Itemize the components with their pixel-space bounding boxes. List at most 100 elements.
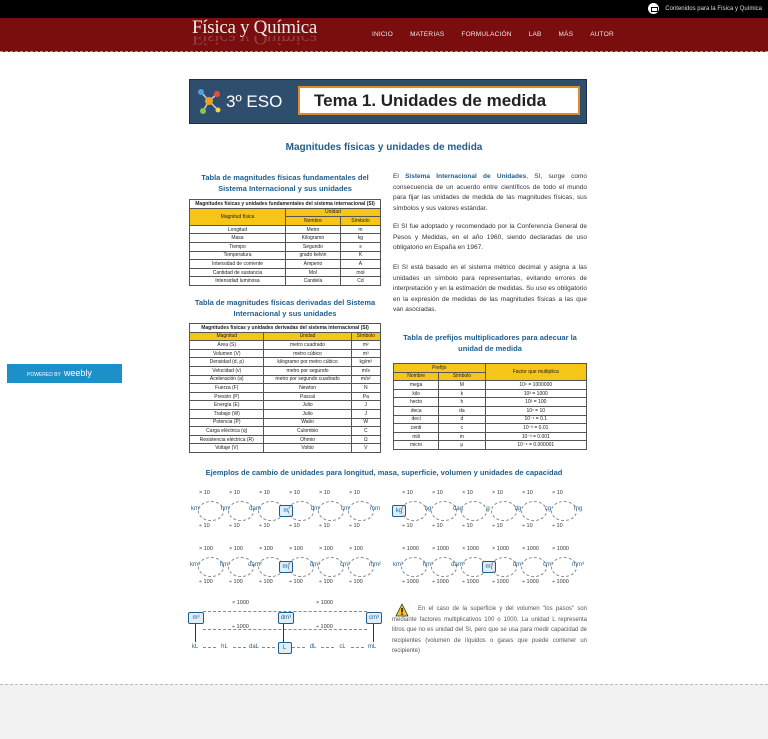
area-multiply: × 100 xyxy=(199,546,213,552)
length-unit: mm xyxy=(370,506,380,512)
table-cell: da xyxy=(438,405,486,416)
area-multiply: × 100 xyxy=(319,546,333,552)
top-bar: Contenidos para la Física y Química xyxy=(0,0,768,18)
table-cell: m xyxy=(339,224,382,235)
examples-heading: Ejemplos de cambio de unidades para long… xyxy=(205,468,563,477)
table-cell: hecto xyxy=(392,397,440,407)
table-row: centi c 10⁻² = 0.01 xyxy=(392,423,588,433)
capacity-multiply: × 1000 xyxy=(232,600,249,606)
table-cell: Velocidad (v) xyxy=(188,365,265,376)
capacity-unit: mL xyxy=(367,644,377,650)
table-row: Masa Kilogramo kg xyxy=(189,233,382,243)
table-cell: Watio xyxy=(263,417,352,428)
table-cell: N xyxy=(350,383,382,393)
fundamental-table: Magnitudes físicas y unidades fundamenta… xyxy=(189,199,382,286)
table-cell: Ω xyxy=(350,434,382,445)
nav-lab[interactable]: LAB xyxy=(529,31,542,38)
table-cell: deca xyxy=(392,405,440,416)
area-divide: ÷ 100 xyxy=(349,579,363,585)
table-cell: Temperatura xyxy=(189,250,286,261)
nav-autor[interactable]: AUTOR xyxy=(590,31,614,38)
table-cell: mega xyxy=(392,380,440,390)
table-cell: Kilogramo xyxy=(284,233,341,243)
volume-divide: ÷ 1000 xyxy=(492,579,509,585)
length-multiply: × 10 xyxy=(289,490,300,496)
table-cell: Volumen (V) xyxy=(188,348,265,359)
nav-inicio[interactable]: INICIO xyxy=(372,31,393,38)
table-cell: Newton xyxy=(263,383,352,393)
contact-label: Contenidos para la Física y Química xyxy=(665,5,762,12)
table-cell: micro xyxy=(392,440,440,450)
table-cell: Energía (E) xyxy=(188,400,265,410)
grade-label: 3º ESO xyxy=(226,92,283,111)
table-cell: Voltio xyxy=(263,443,352,453)
table-row: Área (S) metro cuadrado m² xyxy=(188,340,382,350)
table-cell: J xyxy=(350,400,382,410)
intro-paragraph-2: El SI fue adoptado y recomendado por la … xyxy=(393,223,587,251)
table-row: hecto h 10² = 100 xyxy=(392,397,588,407)
mail-icon xyxy=(648,3,660,14)
table-row: Intensidad de corriente Amperio A xyxy=(189,259,382,269)
table-row: kilo k 10³ = 1000 xyxy=(392,388,588,399)
length-divide: ÷ 10 xyxy=(259,523,270,529)
contact-link[interactable]: Contenidos para la Física y Química xyxy=(648,3,762,14)
table-cell: d xyxy=(438,414,486,425)
fundamental-heading: Tabla de magnitudes físicas fundamentale… xyxy=(201,173,369,193)
topic-title: Tema 1. Unidades de medida xyxy=(298,86,580,115)
table-cell: metro por segundo xyxy=(263,365,352,376)
table-cell: mol xyxy=(339,267,382,278)
capacity-vertical xyxy=(283,624,284,642)
table-cell: kilo xyxy=(392,388,440,399)
length-multiply: × 10 xyxy=(349,490,360,496)
table-row: Potencia (P) Watio W xyxy=(188,417,382,428)
table-row: deca da 10¹ = 10 xyxy=(392,405,588,416)
logo-reflection: Física y Química xyxy=(192,36,317,46)
length-divide: ÷ 10 xyxy=(319,523,330,529)
table-cell: Tiempo xyxy=(189,241,286,252)
table-cell: m/s xyxy=(350,365,382,376)
area-divide: ÷ 100 xyxy=(259,579,273,585)
table-row: Velocidad (v) metro por segundo m/s xyxy=(188,365,382,376)
table-cell: W xyxy=(350,417,382,428)
weebly-powered: POWERED BY xyxy=(27,372,61,378)
table-cell: Ohmio xyxy=(263,434,352,445)
nav-materias[interactable]: MATERIAS xyxy=(410,31,444,38)
table-cell: Potencia (P) xyxy=(188,417,265,428)
intro-p1-bold: Sistema Internacional de Unidades xyxy=(405,173,527,180)
table-cell: centi xyxy=(392,423,440,433)
topic-banner: 3º ESO Tema 1. Unidades de medida xyxy=(189,79,587,124)
intro-paragraph-3: El SI está basado en el sistema métrico … xyxy=(393,264,587,313)
table-cell: Carga eléctrica (q) xyxy=(188,426,265,436)
site-logo[interactable]: Física y Química Física y Química xyxy=(192,17,318,46)
area-divide: ÷ 100 xyxy=(319,579,333,585)
volume-divide: ÷ 1000 xyxy=(402,579,419,585)
footer xyxy=(0,684,768,739)
capacity-top-unit: dm³ xyxy=(278,612,294,624)
length-multiply: × 10 xyxy=(199,490,210,496)
table-row: Densidad (d, ρ) kilogramo por metro cúbic… xyxy=(188,357,382,367)
table-cell: m/s² xyxy=(350,374,382,385)
col-simbolo: Símbolo xyxy=(339,216,382,226)
capacity-link-bottom xyxy=(203,629,367,630)
table-cell: Intensidad luminosa xyxy=(189,276,286,286)
weebly-badge[interactable]: POWERED BY weebly xyxy=(7,364,122,383)
table-caption: Magnitudes físicas y unidades derivadas … xyxy=(189,323,381,333)
prefix-table: Prefijo Factor que multiplica Nombre Sím… xyxy=(392,362,588,450)
table-cell: 10⁶ = 1000000 xyxy=(484,380,588,390)
table-cell: Resistencia eléctrica (R) xyxy=(188,434,265,445)
main-nav: INICIO MATERIAS FORMULACIÓN LAB MÁS AUTO… xyxy=(372,31,614,38)
mass-multiply: × 10 xyxy=(522,490,533,496)
table-cell: metro cúbico xyxy=(263,348,352,359)
volume-multiply: × 1000 xyxy=(432,546,449,552)
nav-formulacion[interactable]: FORMULACIÓN xyxy=(461,31,511,38)
col-factor: Factor que multiplica xyxy=(484,362,588,382)
volume-divide: ÷ 1000 xyxy=(432,579,449,585)
capacity-vertical xyxy=(373,624,374,642)
table-cell: m xyxy=(438,431,486,442)
nav-mas[interactable]: MÁS xyxy=(559,31,574,38)
col-unidad: Unidad xyxy=(263,331,352,342)
col-unidad: Unidad xyxy=(284,207,382,218)
table-cell: Amperio xyxy=(284,259,341,269)
logo-text: Física y Química xyxy=(192,17,318,38)
table-cell: Densidad (d, ρ) xyxy=(188,357,265,367)
